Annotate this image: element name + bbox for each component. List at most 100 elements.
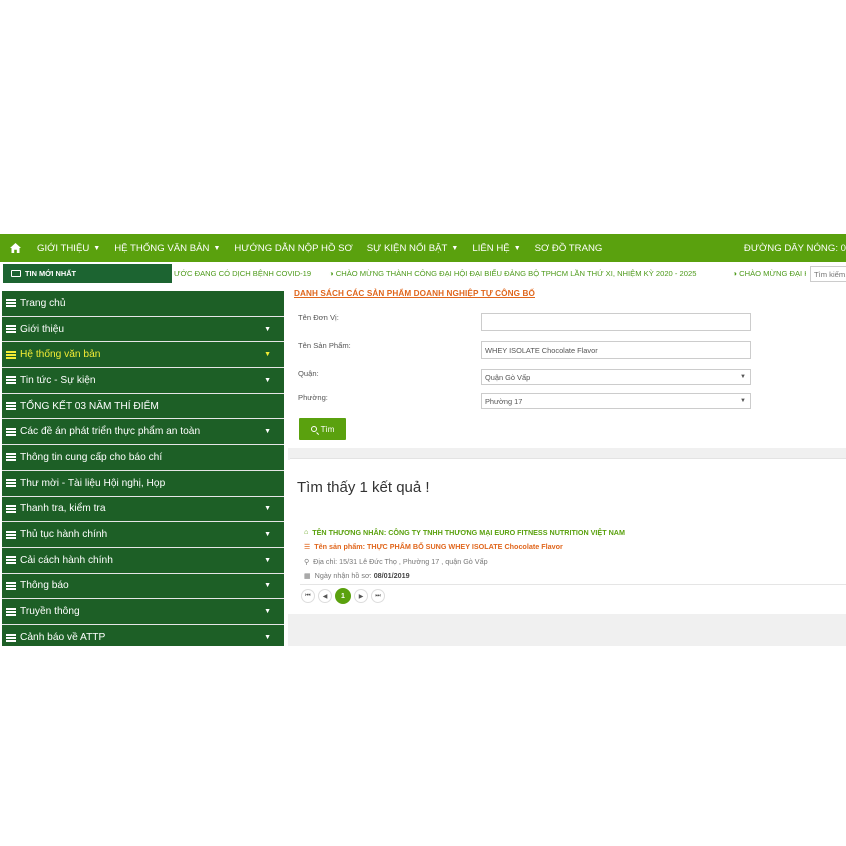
sidebar-item-gioi-thieu[interactable]: Giới thiệu ▼	[2, 317, 284, 343]
list-icon	[6, 556, 16, 565]
nav-item-label: HƯỚNG DẪN NỘP HỒ SƠ	[234, 242, 353, 254]
search-button-label: Tìm	[320, 424, 335, 434]
district-label: Quận:	[298, 369, 319, 378]
calendar-icon: ▦	[304, 572, 311, 580]
result-count: Tìm thấy 1 kết quả !	[297, 479, 430, 496]
ward-label: Phường:	[298, 393, 328, 402]
sidebar-item-thu-tuc-hanh-chinh[interactable]: Thủ tục hành chính ▼	[2, 522, 284, 548]
home-icon[interactable]	[0, 234, 30, 262]
caret-down-icon: ▼	[451, 244, 459, 252]
news-ticker-item[interactable]: ƯỚC ĐANG CÓ DỊCH BỆNH COVID-19	[174, 269, 311, 278]
nav-item-su-kien-noi-bat[interactable]: SỰ KIỆN NỔI BẬT ▼	[360, 234, 466, 262]
unit-name-input[interactable]	[481, 313, 751, 331]
nav-item-label: HỆ THỐNG VĂN BẢN	[114, 242, 210, 254]
sidebar-item-thong-tin-bao-chi[interactable]: Thông tin cung cấp cho báo chí	[2, 445, 284, 471]
list-icon	[6, 479, 16, 488]
latest-news-label: TIN MỚI NHẤT	[3, 264, 172, 283]
nav-item-gioi-thieu[interactable]: GIỚI THIỆU ▼	[30, 234, 107, 262]
sidebar-item-thu-moi[interactable]: Thư mời - Tài liệu Hội nghị, Họp	[2, 471, 284, 497]
tv-icon	[11, 270, 21, 277]
sidebar-item-label: Tin tức - Sự kiện	[20, 374, 96, 386]
sidebar-item-truyen-thong[interactable]: Truyền thông ▼	[2, 599, 284, 625]
caret-down-icon: ▼	[264, 376, 271, 384]
sidebar-item-label: Trang chủ	[20, 297, 66, 309]
caret-down-icon: ▼	[93, 244, 101, 252]
ward-select[interactable]: Phường 17 ▼	[481, 393, 751, 409]
caret-down-icon: ▼	[264, 531, 271, 539]
product-name-label: Tên Sản Phẩm:	[298, 341, 351, 350]
sidebar-item-label: TỔNG KẾT 03 NĂM THÍ ĐIỂM	[20, 400, 159, 412]
result-product[interactable]: ☰ Tên sản phẩm: THỰC PHẨM BỔ SUNG WHEY I…	[304, 542, 563, 551]
list-icon	[6, 504, 16, 513]
nav-item-so-do-trang[interactable]: SƠ ĐỒ TRANG	[528, 234, 610, 262]
news-ticker-item-text: CHÀO MỪNG THÀNH CÔNG ĐẠI HỘI ĐẠI BIỂU ĐẢ…	[335, 268, 697, 278]
product-name-input[interactable]: WHEY ISOLATE Chocolate Flavor	[481, 341, 751, 359]
result-address: ⚲ Địa chỉ: 15/31 Lê Đức Thọ , Phường 17 …	[304, 557, 488, 566]
list-icon	[6, 299, 16, 308]
caret-down-icon: ▼	[513, 244, 521, 252]
site-search-input[interactable]	[810, 266, 846, 282]
ward-value: Phường 17	[485, 396, 523, 406]
district-select[interactable]: Quận Gò Vấp ▼	[481, 369, 751, 385]
sidebar-item-thanh-tra[interactable]: Thanh tra, kiểm tra ▼	[2, 497, 284, 523]
nav-item-he-thong-van-ban[interactable]: HỆ THỐNG VĂN BẢN ▼	[107, 234, 227, 262]
received-label: Ngày nhận hồ sơ:	[314, 571, 372, 580]
sidebar-item-cac-de-an[interactable]: Các đề án phát triển thực phẩm an toàn ▼	[2, 419, 284, 446]
list-icon: ☰	[304, 543, 311, 551]
nav-item-label: SỰ KIỆN NỔI BẬT	[366, 242, 448, 254]
map-marker-icon: ⚲	[304, 558, 310, 566]
news-ticker-item-text: CHÀO MỪNG ĐẠI HỘI XI ĐẢNG	[739, 268, 806, 278]
district-value: Quận Gò Vấp	[485, 372, 531, 382]
prev-page-button[interactable]: ◀	[318, 589, 332, 603]
caret-down-icon: ▼	[264, 505, 271, 513]
sidebar-item-tin-tuc-su-kien[interactable]: Tin tức - Sự kiện ▼	[2, 368, 284, 394]
caret-down-icon: ▼	[264, 428, 271, 436]
search-button[interactable]: Tìm	[299, 418, 346, 440]
caret-down-icon: ▼	[264, 634, 271, 642]
nav-item-label: SƠ ĐỒ TRANG	[534, 242, 603, 254]
list-icon	[6, 325, 16, 334]
sidebar-item-label: Thư mời - Tài liệu Hội nghị, Họp	[20, 477, 166, 489]
sidebar-item-tong-ket[interactable]: TỔNG KẾT 03 NĂM THÍ ĐIỂM	[2, 394, 284, 420]
latest-news-label-text: TIN MỚI NHẤT	[25, 269, 77, 278]
result-divider	[300, 584, 846, 585]
product-name-value: WHEY ISOLATE Chocolate Flavor	[485, 345, 598, 355]
next-page-button[interactable]: ▶	[354, 589, 368, 603]
pagination: ⏮ ◀ 1 ▶ ⏭	[301, 588, 388, 604]
sidebar-item-thong-bao[interactable]: Thông báo ▼	[2, 574, 284, 600]
last-page-button[interactable]: ⏭	[371, 589, 385, 603]
sidebar-item-label: Truyền thông	[20, 606, 80, 618]
list-icon	[6, 453, 16, 462]
sidebar-item-label: Thanh tra, kiểm tra	[20, 503, 106, 515]
sidebar-item-canh-bao-attp[interactable]: Cảnh báo về ATTP ▼	[2, 625, 284, 651]
caret-down-icon: ▼	[264, 608, 271, 616]
list-icon	[6, 402, 16, 411]
list-icon	[6, 581, 16, 590]
caret-down-icon: ▼	[264, 556, 271, 564]
latest-news-bar: TIN MỚI NHẤT ƯỚC ĐANG CÓ DỊCH BỆNH COVID…	[0, 262, 846, 284]
nav-item-lien-he[interactable]: LIÊN HỆ ▼	[465, 234, 527, 262]
caret-down-icon: ▼	[213, 244, 221, 252]
news-ticker-item[interactable]: ◑ CHÀO MỪNG THÀNH CÔNG ĐẠI HỘI ĐẠI BIỂU …	[329, 269, 714, 278]
sidebar-item-label: Cảnh báo về ATTP	[20, 632, 106, 644]
chevron-down-icon: ▼	[740, 374, 746, 380]
list-icon	[6, 607, 16, 616]
product-text: Tên sản phẩm: THỰC PHẨM BỔ SUNG WHEY ISO…	[314, 542, 563, 551]
search-icon	[310, 426, 317, 432]
news-ticker-item[interactable]: ◑ CHÀO MỪNG ĐẠI HỘI XI ĐẢNG	[732, 269, 806, 278]
page-footer-gap	[288, 614, 846, 646]
sidebar-item-cai-cach-hanh-chinh[interactable]: Cải cách hành chính ▼	[2, 548, 284, 574]
sidebar-menu: Trang chủ Giới thiệu ▼ Hệ thống văn bản ▼ …	[2, 291, 284, 646]
page-button-current[interactable]: 1	[335, 588, 351, 604]
first-page-button[interactable]: ⏮	[301, 589, 315, 603]
list-icon	[6, 427, 16, 436]
nav-item-huong-dan-nop-ho-so[interactable]: HƯỚNG DẪN NỘP HỒ SƠ	[227, 234, 359, 262]
sidebar-item-he-thong-van-ban[interactable]: Hệ thống văn bản ▼	[2, 342, 284, 369]
list-icon	[6, 530, 16, 539]
sidebar-item-label: Thông tin cung cấp cho báo chí	[20, 451, 163, 463]
sidebar-item-trang-chu[interactable]: Trang chủ	[2, 291, 284, 317]
result-merchant[interactable]: ⌂ TÊN THƯƠNG NHÂN: CÔNG TY TNHH THƯƠNG M…	[304, 528, 625, 537]
page-title: DANH SÁCH CÁC SẢN PHẨM DOANH NGHIỆP TỰ C…	[294, 289, 535, 298]
nav-item-label: LIÊN HỆ	[472, 242, 510, 254]
list-icon	[6, 633, 16, 642]
